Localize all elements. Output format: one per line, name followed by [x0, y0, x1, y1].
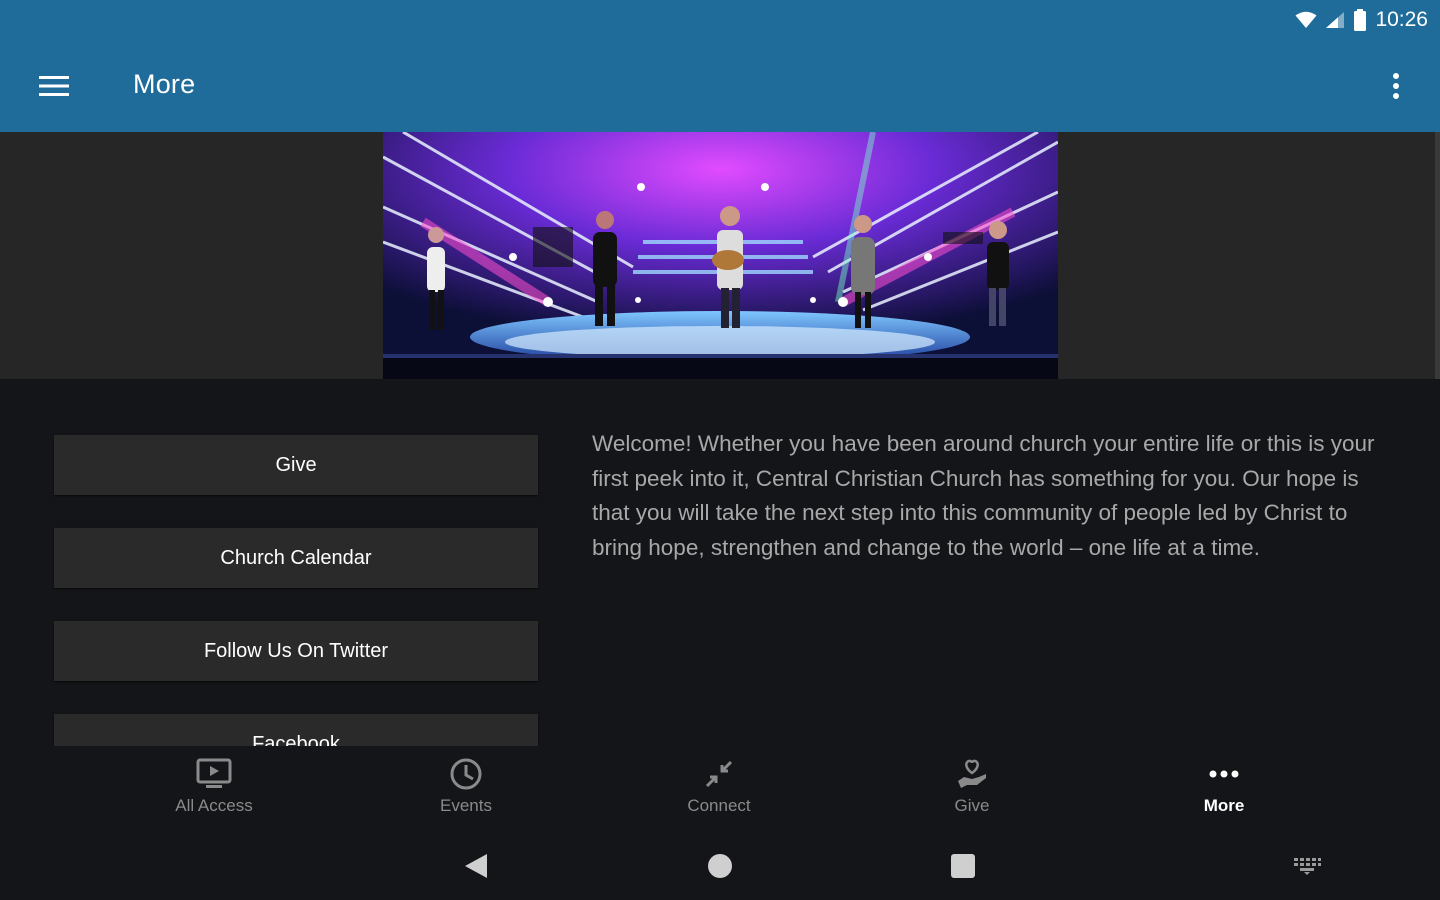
back-triangle-icon: [465, 854, 487, 878]
home-button[interactable]: [700, 846, 740, 886]
link-button-list: Give Church Calendar Follow Us On Twitte…: [54, 435, 538, 746]
back-button[interactable]: [456, 846, 496, 886]
wifi-icon: [1295, 11, 1317, 29]
nav-give[interactable]: Give: [892, 754, 1052, 824]
worship-stage-image: [383, 132, 1058, 379]
nav-label: Connect: [687, 796, 751, 815]
nav-label: All Access: [175, 796, 253, 815]
content-area: Give Church Calendar Follow Us On Twitte…: [0, 379, 1440, 746]
hamburger-icon: [39, 76, 69, 96]
give-button[interactable]: Give: [54, 435, 538, 495]
nav-more[interactable]: More: [1144, 754, 1304, 824]
more-vert-icon: [1393, 73, 1399, 99]
app-screen: 10:26 More Give Church Calendar Follow U…: [0, 0, 1440, 900]
nav-events[interactable]: Events: [386, 754, 546, 824]
overflow-menu-button[interactable]: [1372, 62, 1420, 110]
bottom-navigation: All Access Events Connect Give More: [0, 746, 1440, 832]
app-bar: More: [0, 40, 1440, 132]
church-calendar-button[interactable]: Church Calendar: [54, 528, 538, 588]
system-navigation-bar: [0, 832, 1440, 900]
heart-hand-icon: [952, 754, 992, 794]
facebook-button[interactable]: Facebook: [54, 714, 538, 746]
collapse-arrows-icon: [699, 754, 739, 794]
welcome-text: Welcome! Whether you have been around ch…: [592, 431, 1375, 560]
home-circle-icon: [708, 854, 732, 878]
keyboard-icon: [1294, 858, 1321, 875]
status-icons: 10:26: [1295, 6, 1428, 34]
hamburger-menu-button[interactable]: [26, 62, 82, 110]
status-time: 10:26: [1375, 8, 1428, 31]
recents-square-icon: [951, 854, 975, 878]
status-bar: 10:26: [0, 0, 1440, 40]
nav-connect[interactable]: Connect: [639, 754, 799, 824]
nav-label: More: [1203, 796, 1245, 815]
nav-all-access[interactable]: All Access: [134, 754, 294, 824]
more-dots-icon: [1204, 754, 1244, 794]
page-title: More: [133, 69, 196, 99]
cell-signal-icon: [1325, 11, 1345, 29]
nav-label: Give: [954, 796, 990, 815]
nav-label: Events: [440, 796, 492, 815]
banner-area: [0, 132, 1440, 379]
keyboard-button[interactable]: [1287, 846, 1327, 886]
tv-play-icon: [194, 754, 234, 794]
clock-icon: [446, 754, 486, 794]
follow-twitter-button[interactable]: Follow Us On Twitter: [54, 621, 538, 681]
recents-button[interactable]: [943, 846, 983, 886]
battery-icon: [1353, 9, 1367, 31]
